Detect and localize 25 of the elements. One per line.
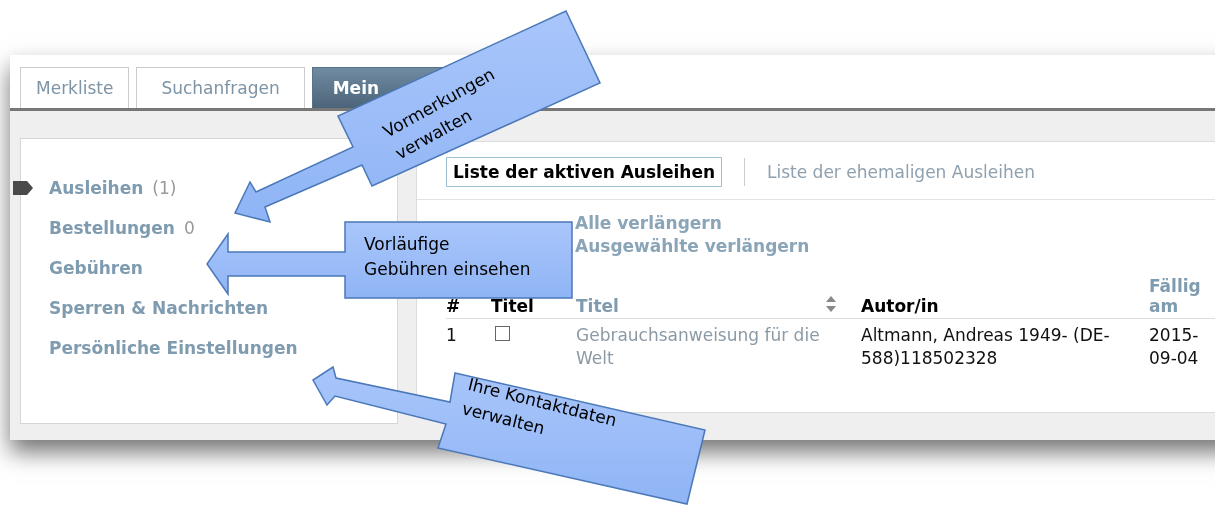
sidebar-link[interactable]: Sperren & Nachrichten — [49, 298, 269, 318]
sidebar-link[interactable]: Bestellungen — [49, 218, 175, 238]
column-header[interactable]: Titel — [576, 296, 619, 316]
checkbox[interactable] — [495, 326, 510, 341]
table-cell: Altmann, Andreas 1949- (DE-588)118502328 — [861, 324, 1111, 370]
row-number: 1 — [446, 325, 457, 345]
column-header: Autor/in — [861, 296, 939, 316]
table-cell-text: 2015-09-04 — [1149, 324, 1200, 370]
subtab[interactable]: Liste der aktiven Ausleihen — [446, 157, 722, 187]
subtab[interactable]: Liste der ehemaligen Ausleihen — [767, 158, 1035, 186]
column-header: Titel — [491, 296, 534, 316]
sidebar-link[interactable]: Persönliche Einstellungen — [49, 338, 298, 358]
tab[interactable]: Merkliste — [20, 67, 130, 108]
column-header[interactable]: Fällig am — [1149, 276, 1215, 316]
tab[interactable]: Suchanfragen — [136, 67, 305, 108]
sidebar-link[interactable]: Ausleihen — [49, 178, 144, 198]
title-link[interactable]: Gebrauchsanweisung für die Welt — [576, 324, 826, 370]
action-link[interactable]: Alle verlängern — [575, 212, 1215, 235]
tooltip-text: Vorläufige Gebühren einsehen — [364, 233, 532, 281]
item-count: (1) — [152, 178, 177, 198]
item-count: 0 — [183, 218, 195, 238]
action-link[interactable]: Ausgewählte verlängern — [575, 235, 1215, 258]
column-header: # — [446, 296, 461, 316]
sidebar-link[interactable]: Gebühren — [49, 258, 143, 278]
sort-icon[interactable] — [826, 296, 836, 312]
